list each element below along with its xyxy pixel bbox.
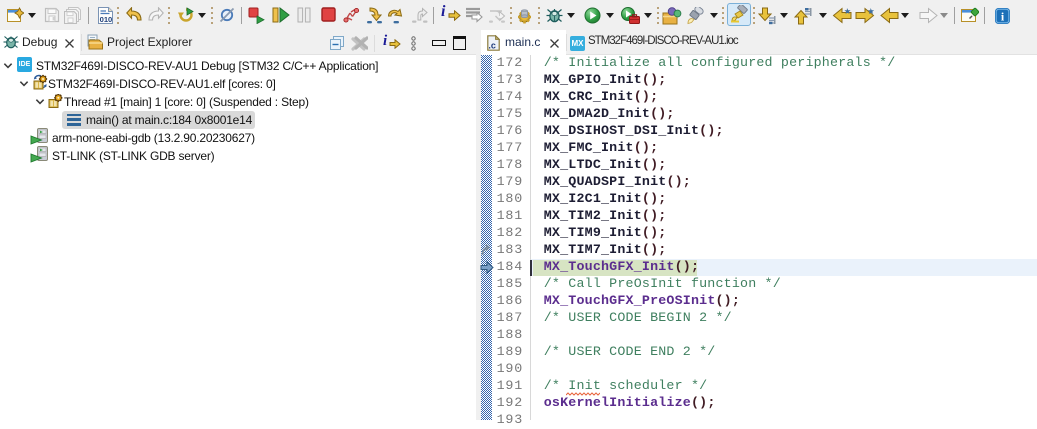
svg-text:010: 010 [100,15,113,24]
svg-text:.c: .c [488,40,496,50]
